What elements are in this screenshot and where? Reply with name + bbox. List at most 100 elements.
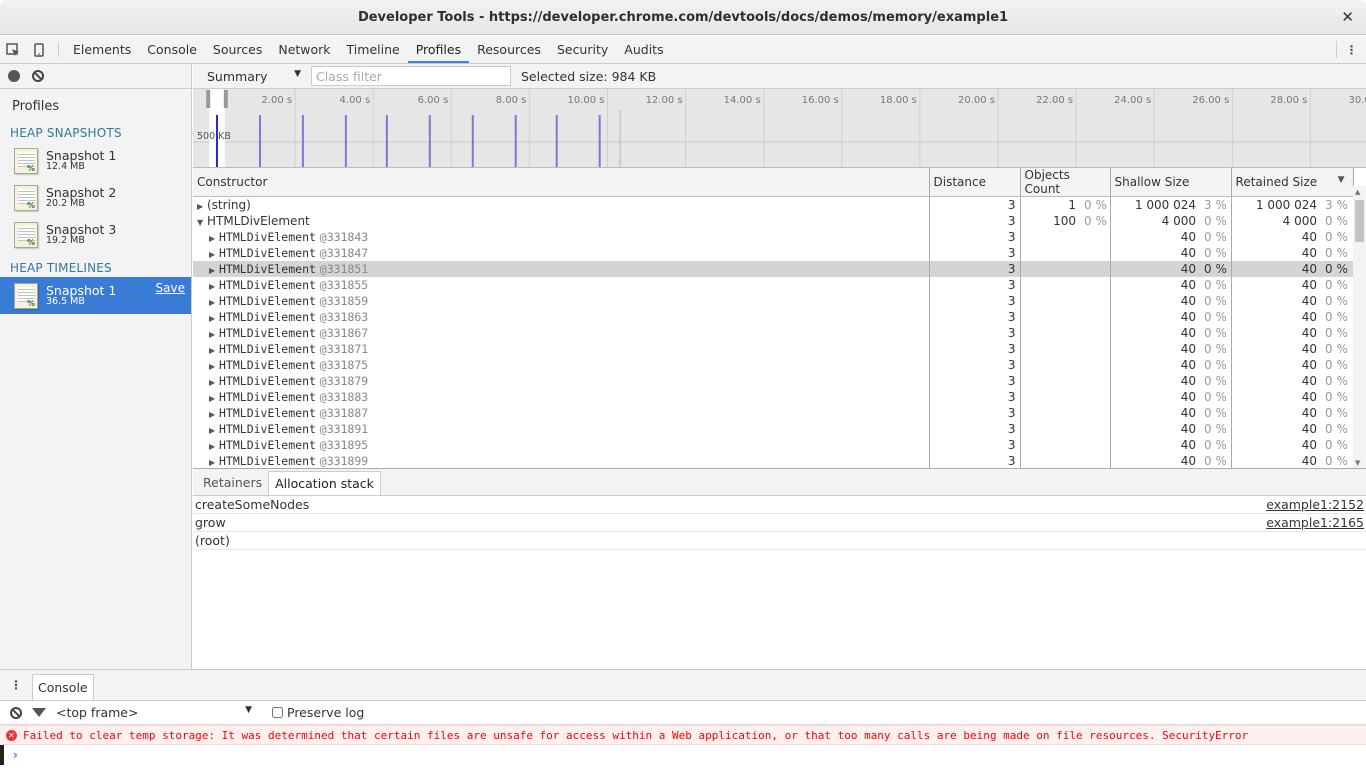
table-row[interactable]: ▶ HTMLDivElement @331879 3 40 0 % 40 0 % (193, 372, 1354, 389)
expand-toggle-icon[interactable]: ▶ (209, 442, 219, 451)
expand-toggle-icon[interactable]: ▶ (209, 394, 219, 403)
constructor-cell[interactable]: ▶ HTMLDivElement @331879 (193, 372, 930, 389)
scroll-up-icon[interactable]: ▲ (1355, 188, 1360, 196)
tab-elements[interactable]: Elements (65, 36, 139, 63)
constructor-cell[interactable]: ▶ HTMLDivElement @331887 (193, 404, 930, 421)
expand-toggle-icon[interactable]: ▶ (209, 330, 219, 339)
table-row[interactable]: ▶ HTMLDivElement @331883 3 40 0 % 40 0 % (193, 388, 1354, 405)
record-icon[interactable] (8, 70, 20, 82)
constructor-cell[interactable]: ▶ HTMLDivElement @331867 (193, 324, 930, 341)
sidebar-item-snapshot[interactable]: % Snapshot 3 19.2 MB (0, 216, 191, 253)
column-header-distance[interactable]: Distance (929, 168, 1021, 197)
source-link[interactable]: example1:2152 (1266, 497, 1364, 512)
column-header-shallow-size[interactable]: Shallow Size (1110, 168, 1232, 197)
tab-allocation-stack[interactable]: Allocation stack (268, 471, 381, 495)
expand-toggle-icon[interactable]: ▶ (209, 346, 219, 355)
frame-select[interactable]: <top frame> ▼ (56, 705, 252, 720)
expand-toggle-icon[interactable]: ▶ (209, 250, 219, 259)
tab-security[interactable]: Security (549, 36, 616, 63)
console-error-message: ✕ Failed to clear temp storage: It was d… (0, 725, 1366, 745)
grid-scrollbar[interactable]: ▲ ▼ (1353, 186, 1366, 468)
sidebar-item-heap-timeline[interactable]: % Snapshot 1 36.5 MB Save (0, 277, 191, 314)
objects-count-cell (1020, 325, 1080, 341)
table-row[interactable]: ▶ HTMLDivElement @331891 3 40 0 % 40 0 % (193, 420, 1354, 437)
constructor-cell[interactable]: ▶ HTMLDivElement @331875 (193, 356, 930, 373)
table-row[interactable]: ▶ HTMLDivElement @331887 3 40 0 % 40 0 % (193, 404, 1354, 421)
tab-sources[interactable]: Sources (205, 36, 270, 63)
save-link[interactable]: Save (156, 281, 185, 295)
console-prompt[interactable]: › (0, 745, 1366, 765)
expand-toggle-icon[interactable]: ▶ (197, 202, 207, 211)
scroll-down-icon[interactable]: ▼ (1355, 459, 1360, 467)
table-row[interactable]: ▶ HTMLDivElement @331871 3 40 0 % 40 0 % (193, 340, 1354, 357)
table-row[interactable]: ▶ HTMLDivElement @331895 3 40 0 % 40 0 % (193, 436, 1354, 453)
table-row[interactable]: ▶ HTMLDivElement @331851 3 40 0 % 40 0 % (193, 260, 1354, 277)
table-row[interactable]: ▶ HTMLDivElement @331867 3 40 0 % 40 0 % (193, 324, 1354, 341)
constructor-cell[interactable]: ▶ HTMLDivElement @331871 (193, 340, 930, 357)
expand-toggle-icon[interactable]: ▶ (209, 266, 219, 275)
allocation-timeline[interactable]: 2.00 s 4.00 s 6.00 s 8.00 s 10.00 s 12.00 s 14… (193, 89, 1366, 168)
filter-icon[interactable] (32, 708, 46, 717)
sidebar-item-snapshot[interactable]: % Snapshot 2 20.2 MB (0, 179, 191, 216)
constructor-cell[interactable]: ▶ HTMLDivElement @331895 (193, 436, 930, 453)
table-row[interactable]: ▶ HTMLDivElement @331847 3 40 0 % 40 0 % (193, 244, 1354, 261)
clear-all-icon[interactable] (32, 70, 44, 82)
tab-timeline[interactable]: Timeline (339, 36, 408, 63)
expand-toggle-icon[interactable]: ▶ (209, 426, 219, 435)
tab-resources[interactable]: Resources (469, 36, 549, 63)
constructor-cell[interactable]: ▼ HTMLDivElement (193, 212, 930, 229)
constructor-cell[interactable]: ▶ HTMLDivElement @331891 (193, 420, 930, 437)
expand-toggle-icon[interactable]: ▶ (209, 362, 219, 371)
inspect-element-icon[interactable] (0, 36, 26, 63)
tab-console[interactable]: Console (139, 36, 205, 63)
table-row[interactable]: ▶ HTMLDivElement @331863 3 40 0 % 40 0 % (193, 308, 1354, 325)
table-row[interactable]: ▶HTMLDivElement @3319033400 %400 % (193, 469, 1353, 470)
sidebar-item-snapshot[interactable]: % Snapshot 1 12.4 MB (0, 142, 191, 179)
column-header-retained-size[interactable]: Retained Size ▼ (1231, 168, 1354, 197)
table-row[interactable]: ▶ HTMLDivElement @331859 3 40 0 % 40 0 % (193, 292, 1354, 309)
scrollbar-thumb[interactable] (1355, 200, 1364, 242)
constructor-cell[interactable]: ▶ HTMLDivElement @331863 (193, 308, 930, 325)
timeline-chart[interactable]: 2.00 s 4.00 s 6.00 s 8.00 s 10.00 s 12.00 s 14… (193, 89, 1366, 168)
expand-toggle-icon[interactable]: ▶ (209, 234, 219, 243)
preserve-log-checkbox[interactable] (272, 707, 283, 718)
close-icon[interactable]: ✕ (1341, 0, 1354, 35)
clear-console-icon[interactable] (10, 706, 22, 719)
table-row[interactable]: ▶ HTMLDivElement @331875 3 40 0 % 40 0 % (193, 356, 1354, 373)
tab-profiles[interactable]: Profiles (407, 36, 470, 63)
expand-toggle-icon[interactable]: ▶ (209, 410, 219, 419)
expand-toggle-icon[interactable]: ▶ (209, 282, 219, 291)
column-header-objects-count[interactable]: Objects Count (1020, 168, 1111, 197)
table-row[interactable]: ▶ HTMLDivElement @331899 3 40 0 % 40 0 % (193, 452, 1354, 468)
tab-audits[interactable]: Audits (616, 36, 671, 63)
device-mode-icon[interactable] (26, 36, 52, 63)
constructor-cell[interactable]: ▶ HTMLDivElement @331843 (193, 228, 930, 245)
drawer-menu-icon[interactable]: ⋮ (0, 670, 32, 700)
table-row[interactable]: ▼ HTMLDivElement 3 100 0 % 4 000 0 % 4 000 0 % (193, 212, 1354, 229)
expand-toggle-icon[interactable]: ▶ (209, 298, 219, 307)
expand-toggle-icon[interactable]: ▶ (209, 314, 219, 323)
table-row[interactable]: ▶ HTMLDivElement @331855 3 40 0 % 40 0 % (193, 276, 1354, 293)
constructor-cell[interactable]: ▶ HTMLDivElement @331855 (193, 276, 930, 293)
expand-toggle-icon[interactable]: ▼ (197, 218, 207, 227)
column-header-constructor[interactable]: Constructor (193, 168, 930, 197)
expand-toggle-icon[interactable]: ▶ (209, 378, 219, 387)
constructor-cell[interactable]: ▶ HTMLDivElement @331883 (193, 388, 930, 405)
constructor-cell[interactable]: ▶ HTMLDivElement @331899 (193, 452, 930, 468)
constructor-cell[interactable]: ▶HTMLDivElement @331903 (193, 469, 929, 470)
constructor-cell[interactable]: ▶ (string) (193, 196, 930, 213)
constructor-cell[interactable]: ▶ HTMLDivElement @331851 (193, 260, 930, 277)
preserve-log[interactable]: Preserve log (272, 705, 364, 720)
tab-network[interactable]: Network (270, 36, 338, 63)
table-row[interactable]: ▶ HTMLDivElement @331843 3 40 0 % 40 0 % (193, 228, 1354, 245)
expand-toggle-icon[interactable]: ▶ (209, 458, 219, 467)
tab-retainers[interactable]: Retainers (197, 471, 268, 495)
constructor-cell[interactable]: ▶ HTMLDivElement @331859 (193, 292, 930, 309)
more-menu-icon[interactable]: ⋮ (1336, 41, 1366, 58)
source-link[interactable]: example1:2165 (1266, 515, 1364, 530)
constructor-cell[interactable]: ▶ HTMLDivElement @331847 (193, 244, 930, 261)
drawer-tab-console[interactable]: Console (32, 674, 94, 700)
view-select[interactable]: Summary ▼ (193, 69, 301, 84)
table-row[interactable]: ▶ (string) 310 % 1 000 024 3 % 1 000 024 3 % (193, 196, 1354, 213)
class-filter-input[interactable] (311, 66, 511, 86)
